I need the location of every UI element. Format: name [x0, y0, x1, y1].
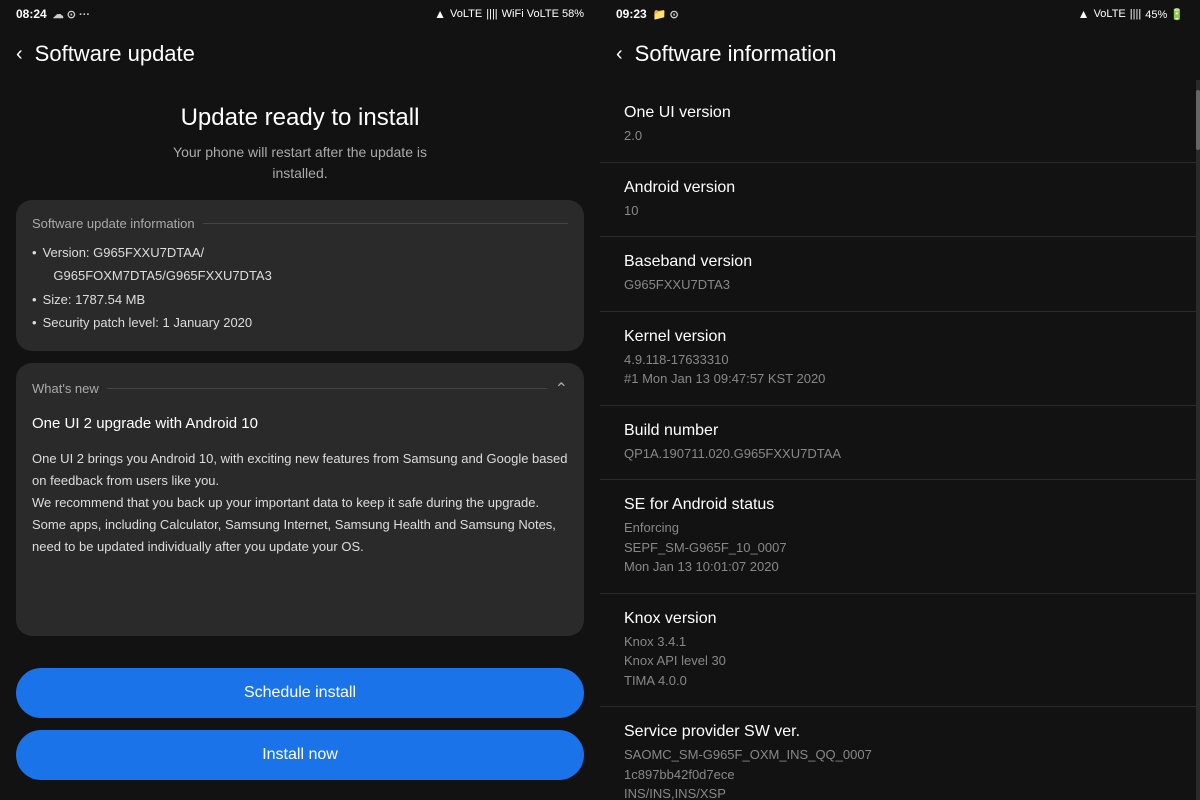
- info-row-title-5: SE for Android status: [624, 496, 1172, 514]
- battery-right: 45% 🔋: [1145, 8, 1184, 21]
- info-row-title-7: Service provider SW ver.: [624, 723, 1172, 741]
- wifi-icon-left: ▲: [434, 7, 446, 21]
- info-item-security: Security patch level: 1 January 2020: [32, 311, 568, 334]
- whats-new-section-title: What's new: [32, 381, 547, 396]
- info-row-0: One UI version 2.0: [600, 88, 1196, 163]
- left-status-icons: ☁ ⊙ ···: [53, 8, 90, 21]
- left-status-time: 08:24 ☁ ⊙ ···: [16, 7, 90, 21]
- update-header: Update ready to install Your phone will …: [173, 80, 427, 200]
- info-row-1: Android version 10: [600, 163, 1196, 238]
- update-subtitle: Your phone will restart after the update…: [173, 142, 427, 184]
- info-item-version-text: Version: G965FXXU7DTAA/ G965FOXM7DTA5/G9…: [43, 241, 272, 288]
- info-row-title-0: One UI version: [624, 104, 1172, 122]
- whats-new-header: What's new ⌃: [32, 379, 568, 399]
- info-item-size: Size: 1787.54 MB: [32, 288, 568, 311]
- back-button-right[interactable]: ‹: [616, 43, 623, 66]
- info-row-3: Kernel version 4.9.118-17633310 #1 Mon Ja…: [600, 312, 1196, 406]
- whats-new-content: One UI 2 upgrade with Android 10 One UI …: [32, 411, 568, 559]
- whats-new-body: One UI 2 brings you Android 10, with exc…: [32, 448, 568, 558]
- time-right: 09:23: [616, 7, 647, 21]
- info-row-title-3: Kernel version: [624, 328, 1172, 346]
- right-status-time: 09:23 📁 ⊙: [616, 7, 679, 21]
- info-row-value-0: 2.0: [624, 126, 1172, 146]
- info-list-container[interactable]: One UI version 2.0 Android version 10 Baseba…: [600, 80, 1196, 800]
- info-item-size-text: Size: 1787.54 MB: [43, 288, 146, 311]
- signal-bars-right: ||||: [1130, 8, 1141, 20]
- wifi-icon-right: ▲: [1078, 7, 1090, 21]
- chevron-up-icon[interactable]: ⌃: [555, 379, 568, 399]
- info-row-4: Build number QP1A.190711.020.G965FXXU7DTA…: [600, 406, 1196, 481]
- schedule-install-button[interactable]: Schedule install: [16, 668, 584, 718]
- left-top-nav: ‹ Software update: [0, 28, 600, 80]
- scrollbar-track: [1196, 80, 1200, 800]
- right-nav-title: Software information: [635, 41, 837, 67]
- info-row-value-1: 10: [624, 201, 1172, 221]
- left-status-bar: 08:24 ☁ ⊙ ··· ▲ VoLTE |||| WiFi VoLTE 58…: [0, 0, 600, 28]
- button-area: Schedule install Install now: [0, 668, 600, 800]
- info-row-7: Service provider SW ver. SAOMC_SM-G965F_O…: [600, 707, 1196, 800]
- left-status-right: ▲ VoLTE |||| WiFi VoLTE 58%: [434, 7, 584, 21]
- right-status-right: ▲ VoLTE |||| 45% 🔋: [1078, 7, 1184, 21]
- info-row-value-6: Knox 3.4.1 Knox API level 30 TIMA 4.0.0: [624, 632, 1172, 691]
- info-row-value-5: Enforcing SEPF_SM-G965F_10_0007 Mon Jan …: [624, 518, 1172, 577]
- info-row-title-1: Android version: [624, 179, 1172, 197]
- left-nav-title: Software update: [35, 41, 195, 67]
- info-row-value-4: QP1A.190711.020.G965FXXU7DTAA: [624, 444, 1172, 464]
- scrollbar-thumb: [1196, 90, 1200, 150]
- right-status-bar: 09:23 📁 ⊙ ▲ VoLTE |||| 45% 🔋: [600, 0, 1200, 28]
- info-row-6: Knox version Knox 3.4.1 Knox API level 30…: [600, 594, 1196, 708]
- software-info-card: Software update information Version: G96…: [16, 200, 584, 351]
- signal-bars-left: ||||: [486, 8, 497, 20]
- info-row-title-6: Knox version: [624, 610, 1172, 628]
- info-row-title-4: Build number: [624, 422, 1172, 440]
- left-main-content: Update ready to install Your phone will …: [0, 80, 600, 668]
- right-status-icons: 📁 ⊙: [653, 8, 679, 21]
- right-panel: 09:23 📁 ⊙ ▲ VoLTE |||| 45% 🔋 ‹ Software …: [600, 0, 1200, 800]
- time-left: 08:24: [16, 7, 47, 21]
- info-row-value-2: G965FXXU7DTA3: [624, 275, 1172, 295]
- update-title: Update ready to install: [173, 104, 427, 132]
- signal-text-right: VoLTE: [1094, 8, 1126, 20]
- install-now-button[interactable]: Install now: [16, 730, 584, 780]
- battery-left: WiFi VoLTE 58%: [502, 8, 584, 20]
- back-button-left[interactable]: ‹: [16, 43, 23, 66]
- info-row-2: Baseband version G965FXXU7DTA3: [600, 237, 1196, 312]
- info-row-5: SE for Android status Enforcing SEPF_SM-G…: [600, 480, 1196, 594]
- left-panel: 08:24 ☁ ⊙ ··· ▲ VoLTE |||| WiFi VoLTE 58…: [0, 0, 600, 800]
- info-list: Version: G965FXXU7DTAA/ G965FOXM7DTA5/G9…: [32, 241, 568, 335]
- info-row-title-2: Baseband version: [624, 253, 1172, 271]
- info-row-value-3: 4.9.118-17633310 #1 Mon Jan 13 09:47:57 …: [624, 350, 1172, 389]
- info-card-title: Software update information: [32, 216, 568, 231]
- whats-new-card: What's new ⌃ One UI 2 upgrade with Andro…: [16, 363, 584, 636]
- info-row-value-7: SAOMC_SM-G965F_OXM_INS_QQ_0007 1c897bb42…: [624, 745, 1172, 800]
- info-item-version: Version: G965FXXU7DTAA/ G965FOXM7DTA5/G9…: [32, 241, 568, 288]
- right-top-nav: ‹ Software information: [600, 28, 1200, 80]
- info-item-security-text: Security patch level: 1 January 2020: [43, 311, 253, 334]
- right-content-wrapper: One UI version 2.0 Android version 10 Baseba…: [600, 80, 1200, 800]
- whats-new-headline: One UI 2 upgrade with Android 10: [32, 411, 568, 437]
- signal-text-left: VoLTE: [450, 8, 482, 20]
